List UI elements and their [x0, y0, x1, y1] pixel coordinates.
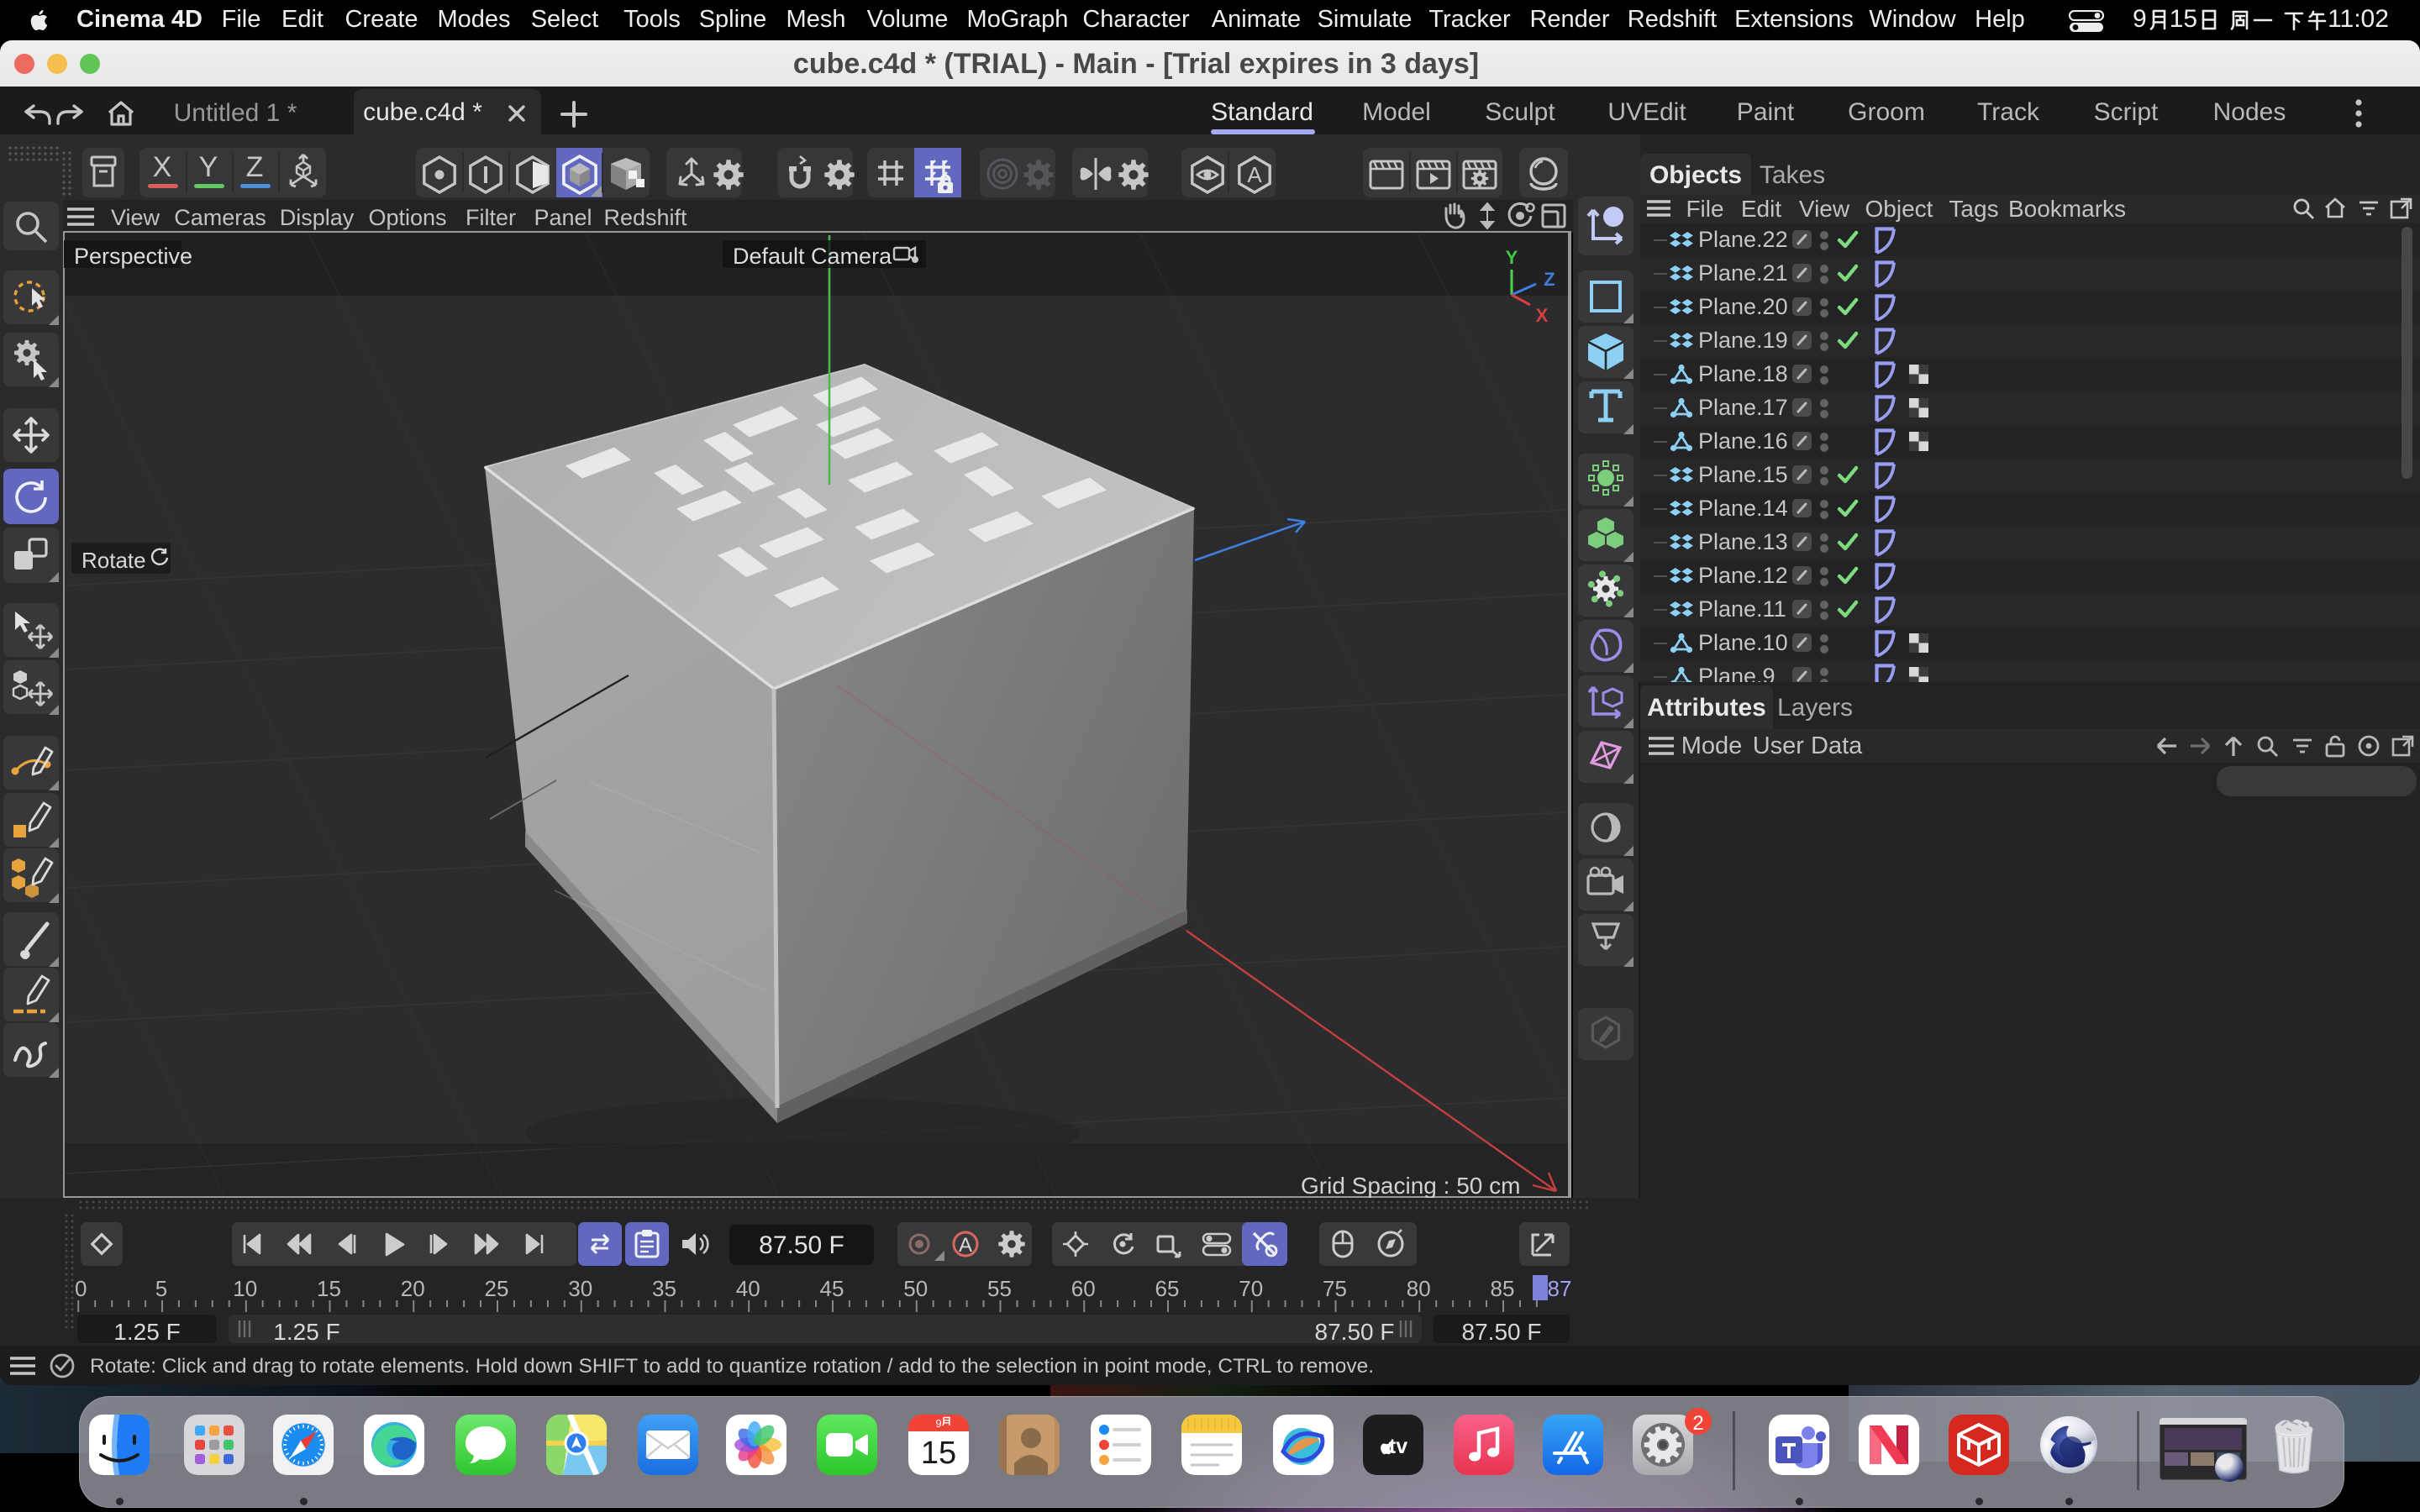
svg-text:A: A [1247, 162, 1262, 187]
svg-text:X: X [1536, 305, 1549, 326]
svg-text:A: A [959, 1234, 972, 1257]
svg-text:Y: Y [1506, 247, 1518, 268]
svg-text:Z: Z [1544, 269, 1555, 290]
svg-text:tv: tv [1389, 1435, 1407, 1458]
svg-text:9: 9 [935, 1417, 941, 1430]
svg-text:15: 15 [921, 1436, 956, 1471]
